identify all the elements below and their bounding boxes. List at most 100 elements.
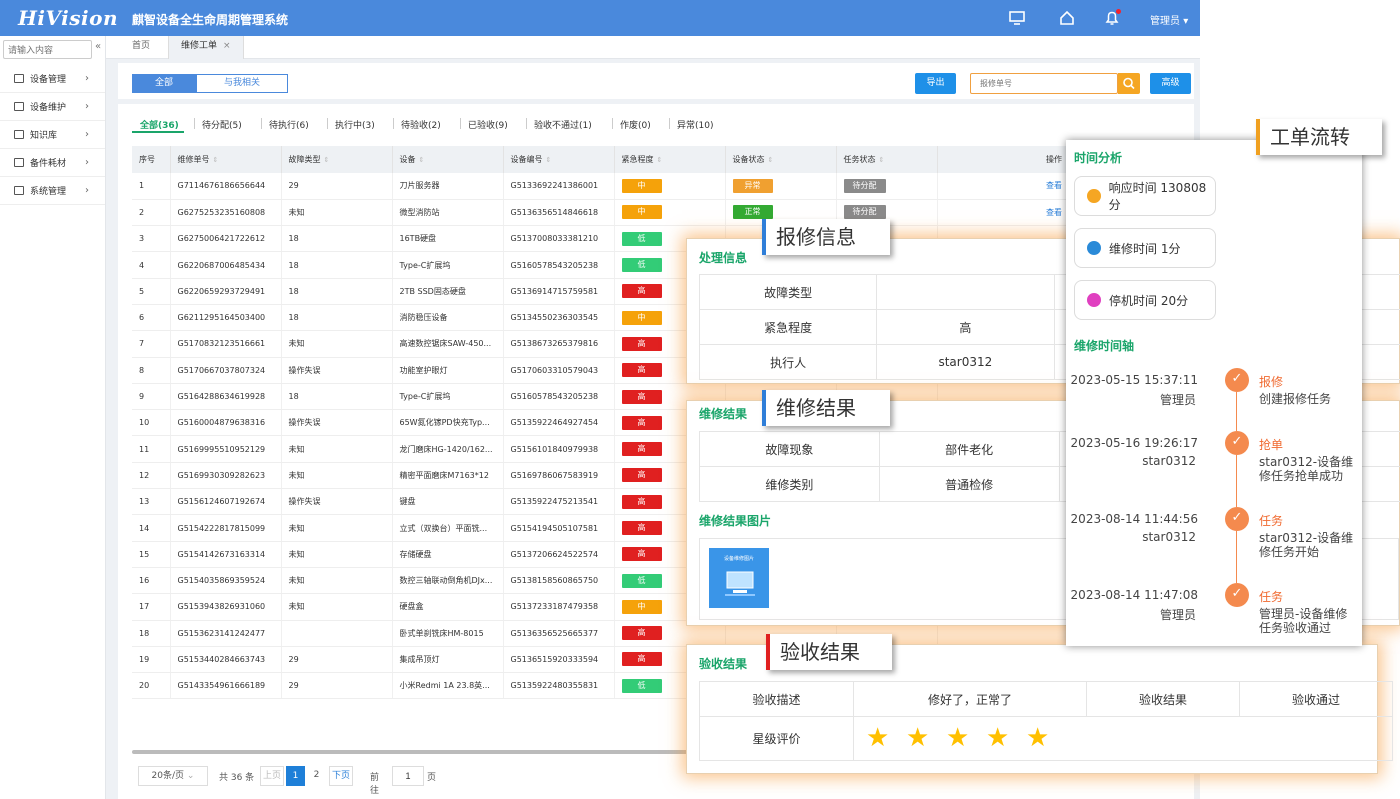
fault-type: 29 xyxy=(281,646,393,674)
status-tab[interactable]: 执行中(3) xyxy=(335,118,375,131)
settings-icon xyxy=(14,186,24,195)
status-tab[interactable]: 已验收(9) xyxy=(468,118,508,131)
star-icon[interactable]: ★ xyxy=(946,723,969,753)
chevron-right-icon: › xyxy=(85,73,89,84)
status-tab[interactable]: 全部(36) xyxy=(140,118,179,131)
star-icon[interactable]: ★ xyxy=(1026,723,1049,753)
star-icon[interactable]: ★ xyxy=(986,723,1009,753)
status-tab[interactable]: 待分配(5) xyxy=(202,118,242,131)
wrench-icon xyxy=(1087,241,1101,255)
column-header[interactable]: 维修单号 ⇕ xyxy=(170,146,282,173)
column-header[interactable]: 任务状态 ⇕ xyxy=(836,146,938,173)
row-index: 10 xyxy=(132,409,171,437)
response-time-badge: 响应时间 130808分 xyxy=(1074,176,1216,216)
device-name: 键盘 xyxy=(392,488,504,516)
column-header[interactable]: 设备编号 ⇕ xyxy=(503,146,615,173)
timeline-time: 2023-05-16 19:26:17 xyxy=(1070,436,1198,450)
urgency-badge: 中 xyxy=(621,599,662,614)
repair-result-image[interactable]: 设备维修图片 xyxy=(709,548,769,608)
sidebar-item-device-management[interactable]: 设备管理 › xyxy=(0,65,105,93)
filter-mine-button[interactable]: 与我相关 xyxy=(196,74,288,93)
repair-time-badge: 维修时间 1分 xyxy=(1074,228,1216,268)
column-header[interactable]: 故障类型 ⇕ xyxy=(281,146,393,173)
kv-value: 修好了，正常了 xyxy=(853,681,1087,717)
advanced-search-button[interactable]: 高级 xyxy=(1150,73,1191,94)
urgency-badge: 高 xyxy=(621,521,662,535)
order-number: G5143354961666189 xyxy=(170,672,282,700)
table-row[interactable]: 1 G7114676186656644 29 刀片服务器 G51336922413860… xyxy=(132,173,1165,200)
status-tab[interactable]: 待执行(6) xyxy=(269,118,309,131)
column-header[interactable]: 设备状态 ⇕ xyxy=(725,146,837,173)
prev-page-button[interactable]: 上页 xyxy=(260,766,284,786)
home-icon[interactable] xyxy=(1058,9,1076,27)
close-icon[interactable]: × xyxy=(223,41,231,51)
view-link[interactable]: 查看 xyxy=(1046,181,1062,190)
device-name: 微型消防站 xyxy=(392,199,504,227)
sort-icon[interactable]: ⇕ xyxy=(419,156,425,164)
status-tab[interactable]: 作废(0) xyxy=(620,118,651,131)
table-row[interactable]: 2 G6275253235160808 未知 微型消防站 G51363565148466… xyxy=(132,199,1165,227)
status-tab[interactable]: 异常(10) xyxy=(677,118,713,131)
urgency-badge: 高 xyxy=(621,389,662,404)
order-number: G5154142673163314 xyxy=(170,541,282,568)
row-index: 6 xyxy=(132,304,171,332)
collapse-icon[interactable]: « xyxy=(95,41,101,52)
sidebar-search-input[interactable] xyxy=(3,40,92,59)
top-header: HiVision 麒智设备全生命周期管理系统 管理员 ▾ xyxy=(0,0,1200,36)
monitor-icon[interactable] xyxy=(1008,9,1026,27)
sort-icon[interactable]: ⇕ xyxy=(768,156,774,164)
kv-label: 紧急程度 xyxy=(698,309,878,345)
star-icon[interactable]: ★ xyxy=(866,723,889,753)
star-icon[interactable]: ★ xyxy=(906,723,929,753)
column-header[interactable]: 紧急程度 ⇕ xyxy=(614,146,726,173)
sort-icon[interactable]: ⇕ xyxy=(324,156,330,164)
tab-home[interactable]: 首页 xyxy=(120,36,162,59)
filter-all-button[interactable]: 全部 xyxy=(132,74,196,93)
timeline-user: star0312 xyxy=(1142,530,1196,544)
knowledge-icon xyxy=(14,130,24,139)
chevron-right-icon: › xyxy=(85,129,89,140)
timeline-description: 管理员-设备维修任务验收通过 xyxy=(1259,607,1348,635)
device-code: G5135922480355831 xyxy=(503,672,615,700)
search-button[interactable] xyxy=(1118,73,1140,94)
device-code: G5137206624522574 xyxy=(503,541,615,568)
status-tab[interactable]: 验收不通过(1) xyxy=(534,118,592,131)
column-header[interactable]: 设备 ⇕ xyxy=(392,146,504,173)
export-button[interactable]: 导出 xyxy=(915,73,956,94)
device-code: G5160578543205238 xyxy=(503,251,615,279)
timeline-connector xyxy=(1236,531,1237,583)
sort-icon[interactable]: ⇕ xyxy=(657,156,663,164)
sort-icon[interactable]: ⇕ xyxy=(879,156,885,164)
page-1-button[interactable]: 1 xyxy=(286,766,305,786)
sidebar-item-device-maintenance[interactable]: 设备维护 › xyxy=(0,93,105,121)
order-search-input[interactable] xyxy=(970,73,1118,94)
view-link[interactable]: 查看 xyxy=(1046,208,1062,217)
urgency-badge: 高 xyxy=(621,652,662,667)
page-2-button[interactable]: 2 xyxy=(307,766,326,786)
sidebar-item-label: 知识库 xyxy=(30,131,58,141)
row-index: 17 xyxy=(132,593,171,621)
timeline-user: 管理员 xyxy=(1159,393,1196,407)
sort-icon[interactable]: ⇕ xyxy=(546,156,552,164)
device-code: G5170603310579043 xyxy=(503,357,615,384)
sort-icon[interactable]: ⇕ xyxy=(213,156,219,164)
page-size-select[interactable]: 20条/页 ⌄ xyxy=(138,766,208,786)
device-name: 精密平面磨床M7163*12 xyxy=(392,462,504,490)
order-number: G5156124607192674 xyxy=(170,488,282,516)
user-menu[interactable]: 管理员 ▾ xyxy=(1150,12,1188,27)
maintenance-icon xyxy=(14,102,24,111)
next-page-button[interactable]: 下页 xyxy=(329,766,353,786)
kv-label: 故障类型 xyxy=(698,274,878,310)
repair-time-text: 维修时间 1分 xyxy=(1109,241,1181,256)
sidebar-item-spare-parts[interactable]: 备件耗材 › xyxy=(0,149,105,177)
goto-page-input[interactable] xyxy=(392,766,424,786)
timeline-connector xyxy=(1236,392,1237,431)
sidebar-item-system-management[interactable]: 系统管理 › xyxy=(0,177,105,205)
order-number: G5169995510952129 xyxy=(170,435,282,463)
order-number: G5154035869359524 xyxy=(170,567,282,595)
star-rating[interactable]: ★ ★ ★ ★ ★ xyxy=(853,716,1393,761)
tab-repair-orders[interactable]: 维修工单 × xyxy=(168,36,244,59)
status-tab[interactable]: 待验收(2) xyxy=(401,118,441,131)
user-name: 管理员 xyxy=(1150,16,1180,27)
sidebar-item-knowledge-base[interactable]: 知识库 › xyxy=(0,121,105,149)
